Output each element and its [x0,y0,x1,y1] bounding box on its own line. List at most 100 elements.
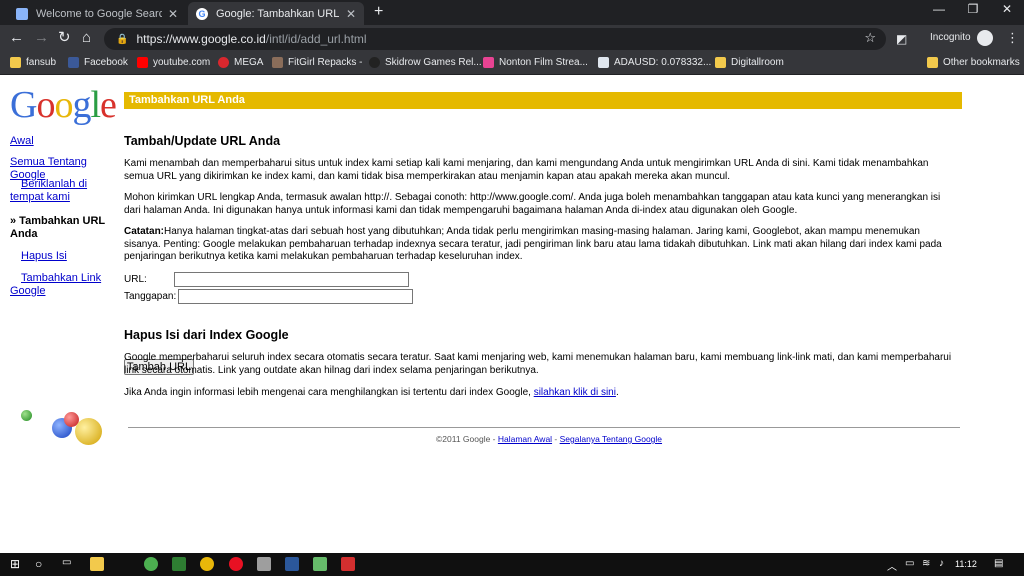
nav-link-beriklanlah[interactable]: Beriklanlah di tempat kami [10,178,118,204]
nav-link-tambahkan-link-google[interactable]: Tambahkan Link Google [10,272,110,298]
opera-icon[interactable] [229,557,243,571]
section-title-add-url: Tambah/Update URL Anda [124,134,281,148]
file-explorer-icon[interactable] [90,557,104,571]
nonton-icon [483,57,494,68]
tray-chevron-icon[interactable]: ︿ [887,558,897,573]
footer-divider [128,427,960,428]
skidrow-icon [369,57,380,68]
app-icon[interactable] [313,557,327,571]
bookmark-label: youtube.com [153,57,211,68]
bookmark-nonton[interactable]: Nonton Film Strea... [483,57,588,68]
tab-add-url[interactable]: G Google: Tambahkan URL Anda ✕ [188,2,364,25]
app-icon[interactable] [200,557,214,571]
task-view-icon[interactable]: ▭ [62,557,71,568]
remove-paragraph: Google memperbaharui seluruh index secar… [124,352,952,376]
address-bar[interactable]: 🔒 https://www.google.co.id/intl/id/add_u… [104,28,886,50]
footer-link-home[interactable]: Halaman Awal [498,434,552,444]
comments-input[interactable] [178,289,413,304]
tab-search-console[interactable]: Welcome to Google Search Cons ✕ [8,2,186,25]
bookmark-label: Other bookmarks [943,57,1020,68]
new-tab-button[interactable]: + [374,3,383,21]
bookmark-mega[interactable]: MEGA [218,57,263,68]
bookmark-label: FitGirl Repacks - [288,57,363,68]
fitgirl-icon [272,57,283,68]
close-window-icon[interactable]: ✕ [992,2,1022,16]
bookmark-fansub[interactable]: fansub [10,57,56,68]
windows-taskbar: ⊞ ○ ▭ ︿ ▭ ≋ ♪ 11:12 ▤ [0,553,1024,576]
green-ball-icon [21,410,32,421]
bookmark-facebook[interactable]: Facebook [68,57,128,68]
url-input[interactable] [174,272,409,287]
windows-start-icon[interactable]: ⊞ [10,557,20,571]
word-icon[interactable] [285,557,299,571]
close-tab-icon[interactable]: ✕ [346,7,356,21]
click-here-link[interactable]: silahkan klik di sini [534,387,616,398]
bookmark-youtube[interactable]: youtube.com [137,57,210,68]
search-console-icon [16,7,28,20]
facebook-icon [68,57,79,68]
intro-paragraph: Kami menambah dan memperbaharui situs un… [124,158,929,182]
footer-copyright: ©2011 Google - [436,434,498,444]
notifications-icon[interactable]: ▤ [994,558,1003,569]
bookmark-other[interactable]: Other bookmarks [927,57,1020,68]
bookmarks-bar: fansub Facebook youtube.com MEGA FitGirl… [0,53,1024,75]
bookmark-label: ADAUSD: 0.078332... [614,57,712,68]
page-header-bar: Tambahkan URL Anda [124,92,962,109]
wifi-icon[interactable]: ≋ [922,558,930,569]
section-title-remove-content: Hapus Isi dari Index Google [124,328,289,342]
folder-icon [927,57,938,68]
url-domain: https://www.google.co.id [136,32,266,46]
home-icon[interactable]: ⌂ [82,30,91,46]
more-info-paragraph: Jika Anda ingin informasi lebih mengenai… [124,387,954,400]
page-content: Google Tambahkan URL Anda Awal Semua Ten… [0,75,1024,553]
bookmark-fitgirl[interactable]: FitGirl Repacks - [272,57,362,68]
bookmark-skidrow[interactable]: Skidrow Games Rel... [369,57,482,68]
bookmark-adausd[interactable]: ADAUSD: 0.078332... [598,57,711,68]
clock[interactable]: 11:12 [955,559,977,569]
bookmark-star-icon[interactable]: ☆ [864,30,876,46]
chart-icon [598,57,609,68]
url-path: /intl/id/add_url.html [265,32,367,46]
network-icon[interactable]: ▭ [905,558,914,569]
extension-icon[interactable]: ◩ [896,31,907,47]
instructions-paragraph: Mohon kirimkan URL lengkap Anda, termasu… [124,192,941,216]
note-label: Catatan: [124,226,165,237]
tab-strip: Welcome to Google Search Cons ✕ G Google… [0,0,1024,25]
url-label: URL: [124,274,147,285]
incognito-icon[interactable] [977,30,993,46]
browser-toolbar: ← → ↻ ⌂ 🔒 https://www.google.co.id/intl/… [0,25,1024,53]
nav-link-awal[interactable]: Awal [10,135,34,148]
bookmark-label: Facebook [84,57,128,68]
lock-icon: 🔒 [116,33,129,45]
more-info-text: Jika Anda ingin informasi lebih mengenai… [124,387,534,398]
mega-icon [218,57,229,68]
tab-title: Google: Tambahkan URL Anda [216,7,340,20]
bookmark-label: fansub [26,57,57,68]
folder-icon [10,57,21,68]
app-icon[interactable] [257,557,271,571]
chrome-icon[interactable] [144,557,158,571]
incognito-label: Incognito [930,32,971,43]
footer: ©2011 Google - Halaman Awal - Segalanya … [0,434,1024,444]
nav-link-hapus-isi[interactable]: Hapus Isi [21,250,67,263]
back-icon[interactable]: ← [9,30,24,46]
restore-icon[interactable]: ❐ [958,2,988,16]
app-icon[interactable] [172,557,186,571]
footer-link-about[interactable]: Segalanya Tentang Google [560,434,662,444]
menu-icon[interactable]: ⋮ [1006,30,1019,46]
bookmark-label: MEGA [234,57,264,68]
pdf-icon[interactable] [341,557,355,571]
minimize-icon[interactable]: — [924,2,954,16]
comments-label: Tanggapan: [124,291,177,302]
tab-title: Welcome to Google Search Cons [36,7,162,20]
close-tab-icon[interactable]: ✕ [168,7,178,21]
footer-separator: - [552,434,560,444]
google-logo[interactable]: Google [10,83,117,127]
bookmark-digitallroom[interactable]: Digitallroom [715,57,784,68]
reload-icon[interactable]: ↻ [58,30,71,46]
bookmark-label: Nonton Film Strea... [499,57,588,68]
nav-current-tambahkan-url: » Tambahkan URL Anda [10,215,105,240]
forward-icon[interactable]: → [34,30,49,46]
search-icon[interactable]: ○ [35,557,42,571]
volume-icon[interactable]: ♪ [939,558,944,569]
